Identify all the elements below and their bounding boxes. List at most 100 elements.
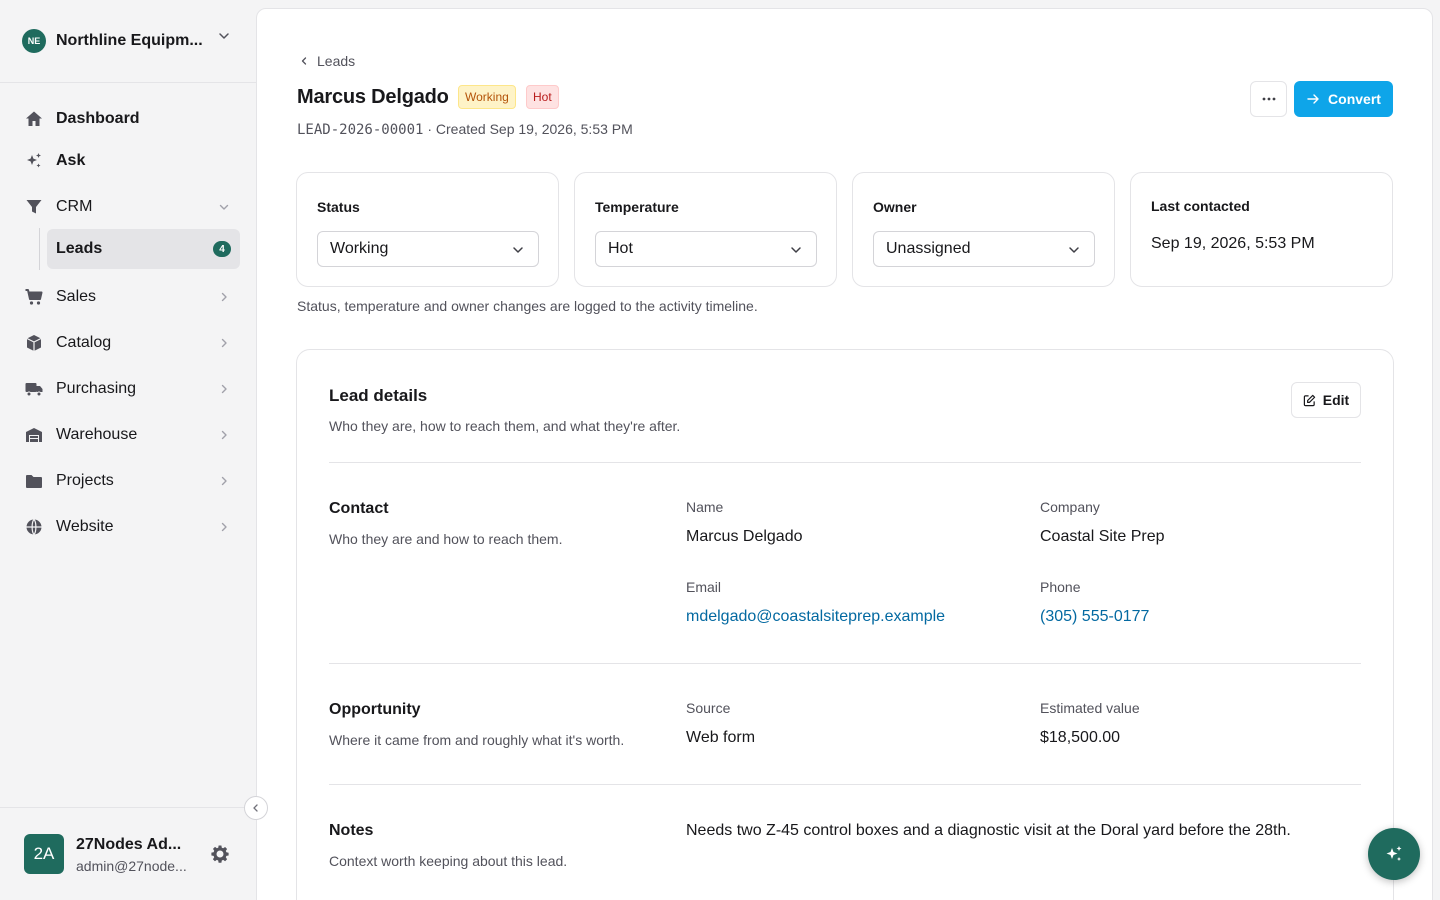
nav-website[interactable]: Website [16, 507, 240, 547]
chevron-right-icon [221, 522, 227, 532]
contact-section-title: Contact [329, 500, 389, 517]
company-label: Company [1040, 499, 1100, 515]
breadcrumb-leads[interactable]: Leads [317, 53, 355, 69]
opportunity-section-subtitle: Where it came from and roughly what it's… [329, 732, 625, 748]
estimated-value: $18,500.00 [1040, 729, 1121, 746]
name-value: Marcus Delgado [686, 528, 803, 545]
nav-leads-label: Leads [56, 240, 103, 257]
user-avatar: 2A [24, 834, 64, 874]
sidebar-item-leads[interactable]: Leads 4 [47, 229, 240, 269]
status-badge: Working [458, 85, 516, 109]
nav-crm[interactable]: CRM [16, 187, 240, 227]
lead-details-card: Lead details Who they are, how to reach … [296, 349, 1394, 900]
leads-count-badge: 4 [213, 241, 231, 257]
edit-button-label: Edit [1322, 392, 1350, 408]
gear-icon[interactable] [210, 844, 230, 864]
edit-icon [1303, 394, 1315, 406]
user-menu[interactable]: 2A 27Nodes Ad... admin@27node... [0, 807, 256, 900]
name-label: Name [686, 499, 724, 515]
notes-section-subtitle: Context worth keeping about this lead. [329, 853, 568, 869]
sidebar: NE Northline Equipm... Dashboard Ask CRM… [0, 0, 256, 900]
temperature-badge: Hot [526, 85, 559, 109]
user-email: admin@27node... [76, 858, 187, 874]
divider [329, 663, 1361, 664]
home-icon [24, 109, 44, 129]
truck-icon [24, 379, 44, 399]
nav-ask-label: Ask [56, 152, 86, 169]
submenu-guide-line [39, 228, 40, 270]
org-switcher[interactable]: NE Northline Equipm... [0, 0, 256, 83]
source-label: Source [686, 700, 731, 716]
chevron-left-icon [253, 804, 258, 812]
opportunity-section-title: Opportunity [329, 701, 421, 718]
status-card: Status Working [296, 172, 559, 287]
globe-icon [24, 517, 44, 537]
ellipsis-icon [1262, 97, 1275, 101]
lead-details-title: Lead details [329, 386, 428, 405]
ai-assistant-button[interactable] [1368, 828, 1420, 880]
breadcrumb[interactable]: Leads [299, 53, 355, 69]
chevron-down-icon [791, 247, 801, 253]
owner-card-label: Owner [873, 199, 917, 215]
last-contacted-value: Sep 19, 2026, 5:53 PM [1151, 235, 1315, 252]
estimated-value-label: Estimated value [1040, 700, 1140, 716]
nav-dashboard[interactable]: Dashboard [16, 99, 240, 139]
temperature-card-label: Temperature [595, 199, 679, 215]
main-panel: Leads Marcus Delgado Working Hot LEAD‑20… [256, 8, 1433, 900]
convert-button[interactable]: Convert [1294, 81, 1393, 117]
owner-select-value: Unassigned [886, 240, 971, 257]
chevron-right-icon [221, 476, 227, 486]
folder-icon [24, 471, 44, 491]
nav-website-label: Website [56, 518, 114, 535]
last-contacted-card: Last contacted Sep 19, 2026, 5:53 PM [1130, 172, 1393, 287]
nav-sales-label: Sales [56, 288, 97, 305]
email-link[interactable]: mdelgado@coastalsiteprep.example [686, 608, 945, 626]
lead-details-subtitle: Who they are, how to reach them, and wha… [329, 418, 681, 434]
chevron-right-icon [221, 292, 227, 302]
lead-id: LEAD‑2026‑00001 [297, 122, 424, 138]
convert-button-label: Convert [1328, 91, 1381, 107]
notes-text: Needs two Z-45 control boxes and a diagn… [686, 822, 1291, 839]
nav-sales[interactable]: Sales [16, 277, 240, 317]
notes-section-title: Notes [329, 822, 374, 839]
nav-warehouse-label: Warehouse [56, 426, 138, 443]
nav-warehouse[interactable]: Warehouse [16, 415, 240, 455]
phone-link[interactable]: (305) 555-0177 [1040, 608, 1149, 626]
temperature-select[interactable]: Hot [595, 231, 817, 267]
status-card-label: Status [317, 199, 360, 215]
page-title: Marcus Delgado [297, 86, 449, 108]
nav-ask[interactable]: Ask [16, 141, 240, 181]
edit-button[interactable]: Edit [1291, 382, 1361, 418]
lead-created: · Created Sep 19, 2026, 5:53 PM [423, 121, 633, 137]
more-actions-button[interactable] [1250, 81, 1287, 117]
temperature-select-value: Hot [608, 240, 633, 257]
divider [329, 784, 1361, 785]
phone-label: Phone [1040, 579, 1081, 595]
chevron-down-icon [219, 204, 229, 210]
nav-projects[interactable]: Projects [16, 461, 240, 501]
owner-select[interactable]: Unassigned [873, 231, 1095, 267]
nav-catalog-label: Catalog [56, 334, 112, 351]
nav-purchasing[interactable]: Purchasing [16, 369, 240, 409]
nav-projects-label: Projects [56, 472, 114, 489]
source-value: Web form [686, 729, 756, 746]
email-label: Email [686, 579, 722, 595]
lead-meta: LEAD‑2026‑00001 · Created Sep 19, 2026, … [297, 121, 633, 138]
warehouse-icon [24, 425, 44, 445]
nav-catalog[interactable]: Catalog [16, 323, 240, 363]
collapse-sidebar-button[interactable] [244, 796, 268, 820]
box-icon [24, 333, 44, 353]
chevron-right-icon [221, 430, 227, 440]
sparkles-icon [1386, 846, 1402, 861]
owner-card: Owner Unassigned [852, 172, 1115, 287]
chevron-left-icon [301, 57, 307, 65]
arrow-right-icon [1307, 94, 1319, 104]
nav-purchasing-label: Purchasing [56, 380, 137, 397]
chevron-down-icon [1069, 247, 1079, 253]
divider [329, 462, 1361, 463]
nav-crm-label: CRM [56, 198, 93, 215]
org-name: Northline Equipm... [56, 32, 203, 49]
contact-section-subtitle: Who they are and how to reach them. [329, 531, 563, 547]
funnel-icon [24, 197, 44, 217]
status-select[interactable]: Working [317, 231, 539, 267]
